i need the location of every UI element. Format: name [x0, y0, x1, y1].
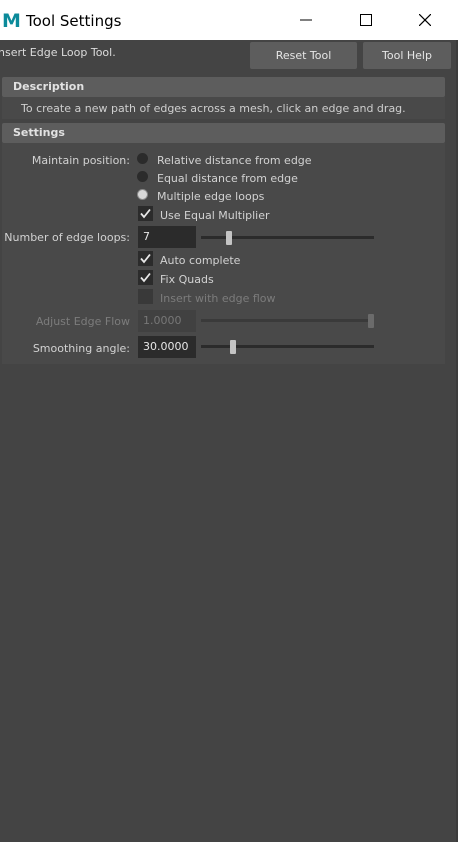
- reset-tool-button[interactable]: Reset Tool: [250, 42, 357, 69]
- radio-equal-distance-label[interactable]: Equal distance from edge: [157, 172, 298, 185]
- window-title: Tool Settings: [26, 12, 122, 30]
- minimize-button[interactable]: [277, 0, 335, 40]
- tool-name-label: nsert Edge Loop Tool.: [0, 46, 116, 59]
- insert-with-edge-flow-checkbox[interactable]: [138, 289, 153, 304]
- radio-relative-distance[interactable]: [137, 153, 148, 164]
- smoothing-angle-slider-handle[interactable]: [230, 340, 236, 354]
- maximize-button[interactable]: [337, 0, 395, 40]
- adjust-edge-flow-slider-track[interactable]: [201, 319, 374, 322]
- maintain-position-label: Maintain position:: [31, 154, 130, 167]
- smoothing-angle-field[interactable]: 30.0000: [138, 336, 196, 358]
- title-bar: M Tool Settings: [0, 0, 458, 41]
- use-equal-multiplier-label[interactable]: Use Equal Multiplier: [160, 209, 270, 222]
- settings-frame-header[interactable]: Settings: [2, 123, 445, 143]
- number-of-edge-loops-label: Number of edge loops:: [4, 231, 130, 244]
- tool-header: nsert Edge Loop Tool. Reset Tool Tool He…: [0, 40, 458, 70]
- description-box: To create a new path of edges across a m…: [2, 97, 445, 119]
- tool-help-button[interactable]: Tool Help: [363, 42, 451, 69]
- smoothing-angle-label: Smoothing angle:: [32, 342, 130, 355]
- radio-multiple-edge-loops-label[interactable]: Multiple edge loops: [157, 190, 264, 203]
- auto-complete-label[interactable]: Auto complete: [160, 254, 240, 267]
- radio-relative-distance-label[interactable]: Relative distance from edge: [157, 154, 312, 167]
- radio-equal-distance[interactable]: [137, 171, 148, 182]
- settings-panel: Description To create a new path of edge…: [2, 76, 445, 364]
- insert-with-edge-flow-label[interactable]: Insert with edge flow: [160, 292, 276, 305]
- maya-logo-icon: M: [2, 10, 21, 32]
- adjust-edge-flow-slider-handle[interactable]: [368, 314, 374, 328]
- close-icon: [419, 14, 431, 26]
- use-equal-multiplier-checkbox[interactable]: [138, 206, 153, 221]
- number-of-edge-loops-slider-handle[interactable]: [226, 231, 232, 245]
- adjust-edge-flow-field[interactable]: 1.0000: [138, 310, 196, 332]
- tool-settings-window: M Tool Settings nsert Edge Loop Tool. Re…: [0, 0, 458, 842]
- description-frame-header[interactable]: Description: [2, 77, 445, 97]
- settings-body: Maintain position: Relative distance fro…: [2, 143, 445, 364]
- maximize-icon: [360, 14, 372, 26]
- fix-quads-checkbox[interactable]: [138, 270, 153, 285]
- radio-multiple-edge-loops[interactable]: [137, 189, 148, 200]
- auto-complete-checkbox[interactable]: [138, 251, 153, 266]
- number-of-edge-loops-field[interactable]: 7: [138, 226, 196, 248]
- checkmark-icon: [140, 253, 151, 264]
- adjust-edge-flow-label: Adjust Edge Flow: [35, 315, 130, 328]
- checkmark-icon: [140, 272, 151, 283]
- description-text: To create a new path of edges across a m…: [21, 102, 406, 115]
- minimize-icon: [300, 19, 312, 21]
- checkmark-icon: [140, 208, 151, 219]
- smoothing-angle-slider-track[interactable]: [201, 345, 374, 348]
- close-button[interactable]: [396, 0, 454, 40]
- fix-quads-label[interactable]: Fix Quads: [160, 273, 214, 286]
